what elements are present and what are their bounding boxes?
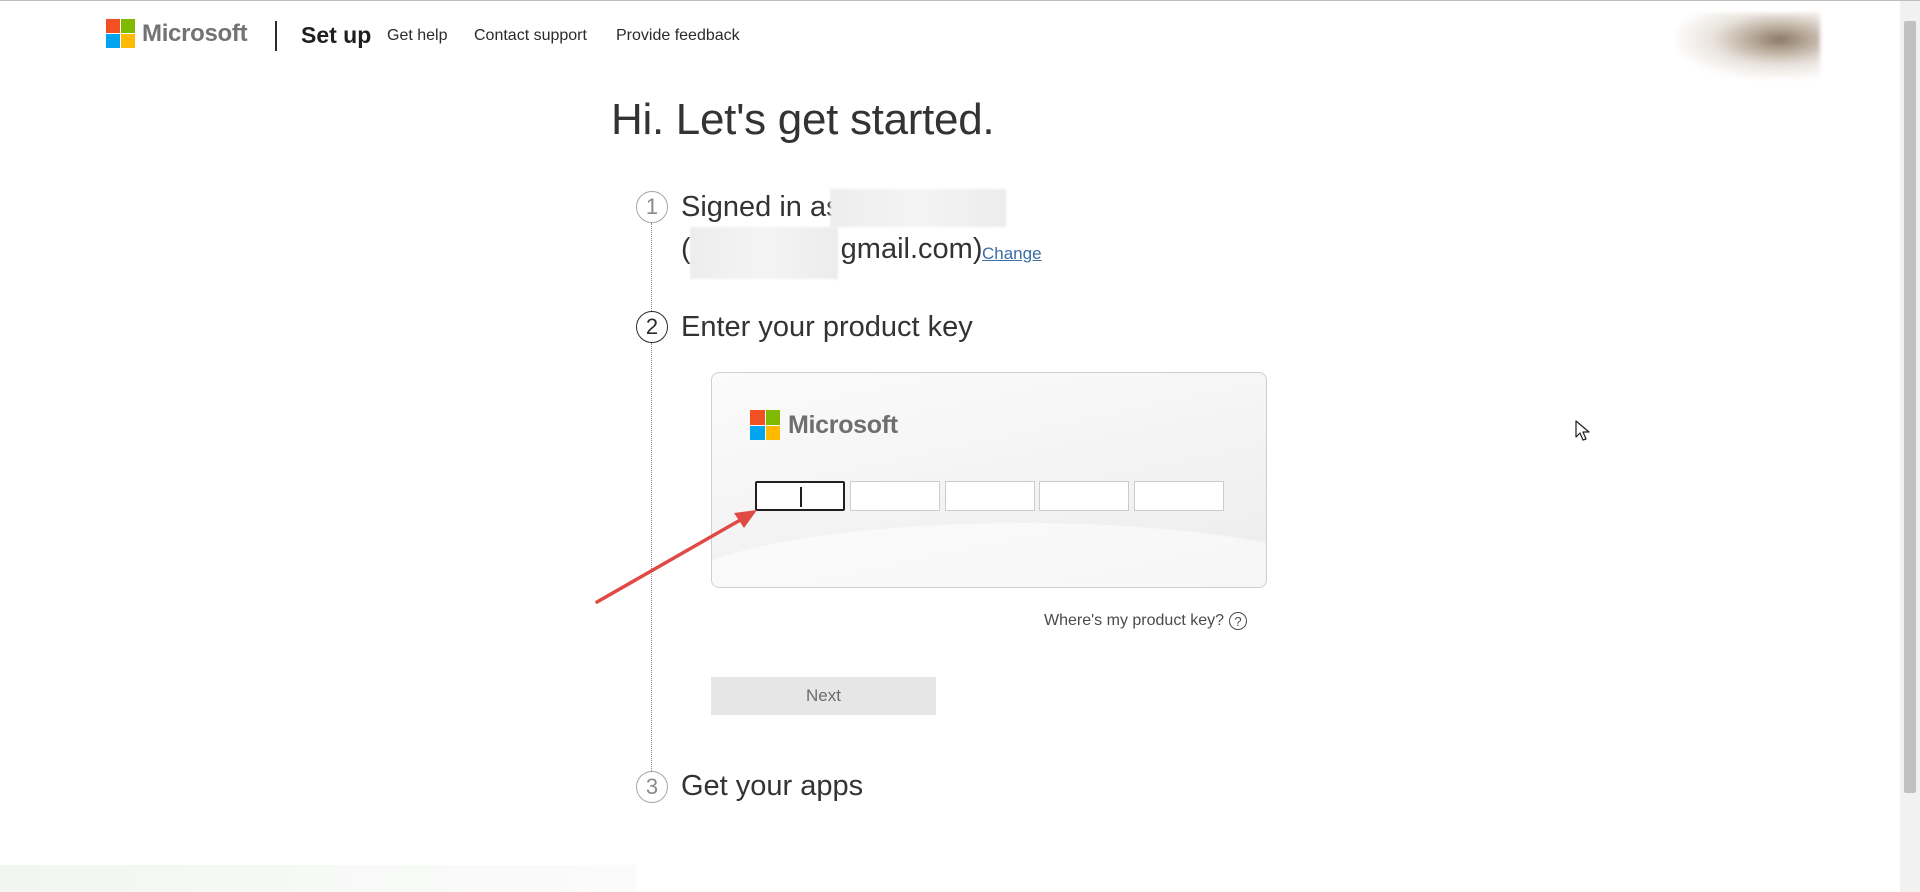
card-microsoft-logo: Microsoft — [750, 410, 898, 440]
enter-product-key-label: Enter your product key — [681, 311, 973, 343]
microsoft-wordmark: Microsoft — [142, 19, 248, 47]
help-circle-icon: ? — [1229, 612, 1248, 630]
nav-provide-feedback[interactable]: Provide feedback — [616, 27, 740, 45]
product-key-segment-3[interactable] — [945, 481, 1035, 511]
card-wordmark: Microsoft — [788, 410, 898, 439]
step-2-indicator: 2 — [636, 311, 668, 343]
site-header: Microsoft Set up Get help Contact suppor… — [0, 1, 1900, 79]
microsoft-logo-icon — [106, 19, 135, 48]
step-connector — [651, 343, 652, 771]
nav-get-help[interactable]: Get help — [387, 27, 447, 45]
next-button[interactable]: Next — [711, 677, 936, 715]
where-key-label: Where's my product key? — [1044, 612, 1225, 629]
step-connector — [651, 223, 652, 311]
microsoft-logo[interactable]: Microsoft — [106, 19, 248, 48]
card-decoration — [712, 523, 1266, 587]
scrollbar-thumb[interactable] — [1904, 21, 1916, 793]
signed-in-label: Signed in as — [681, 191, 841, 223]
where-is-product-key-link[interactable]: Where's my product key? ? — [1044, 612, 1248, 630]
microsoft-logo-icon — [750, 410, 780, 440]
redacted-account-name — [830, 189, 1006, 227]
step-3-indicator: 3 — [636, 771, 668, 803]
text-caret — [800, 487, 802, 507]
product-key-segment-4[interactable] — [1039, 481, 1129, 511]
step-1-indicator: 1 — [636, 191, 668, 223]
email-domain: gmail.com) — [840, 233, 983, 265]
header-divider — [275, 21, 277, 51]
product-key-card: Microsoft — [711, 372, 1267, 588]
change-account-link[interactable]: Change — [982, 244, 1042, 264]
setup-page: Microsoft Set up Get help Contact suppor… — [0, 0, 1920, 892]
mouse-cursor-icon — [1575, 420, 1590, 441]
redacted-email-user — [690, 227, 838, 279]
header-title: Set up — [301, 22, 372, 48]
vertical-scrollbar[interactable] — [1900, 1, 1920, 892]
bottom-status-strip — [0, 865, 636, 892]
nav-contact-support[interactable]: Contact support — [474, 27, 587, 45]
product-key-segment-2[interactable] — [850, 481, 940, 511]
product-key-segment-5[interactable] — [1134, 481, 1224, 511]
account-avatar[interactable] — [1676, 13, 1820, 79]
get-your-apps-label: Get your apps — [681, 770, 864, 802]
page-title: Hi. Let's get started. — [611, 95, 995, 144]
